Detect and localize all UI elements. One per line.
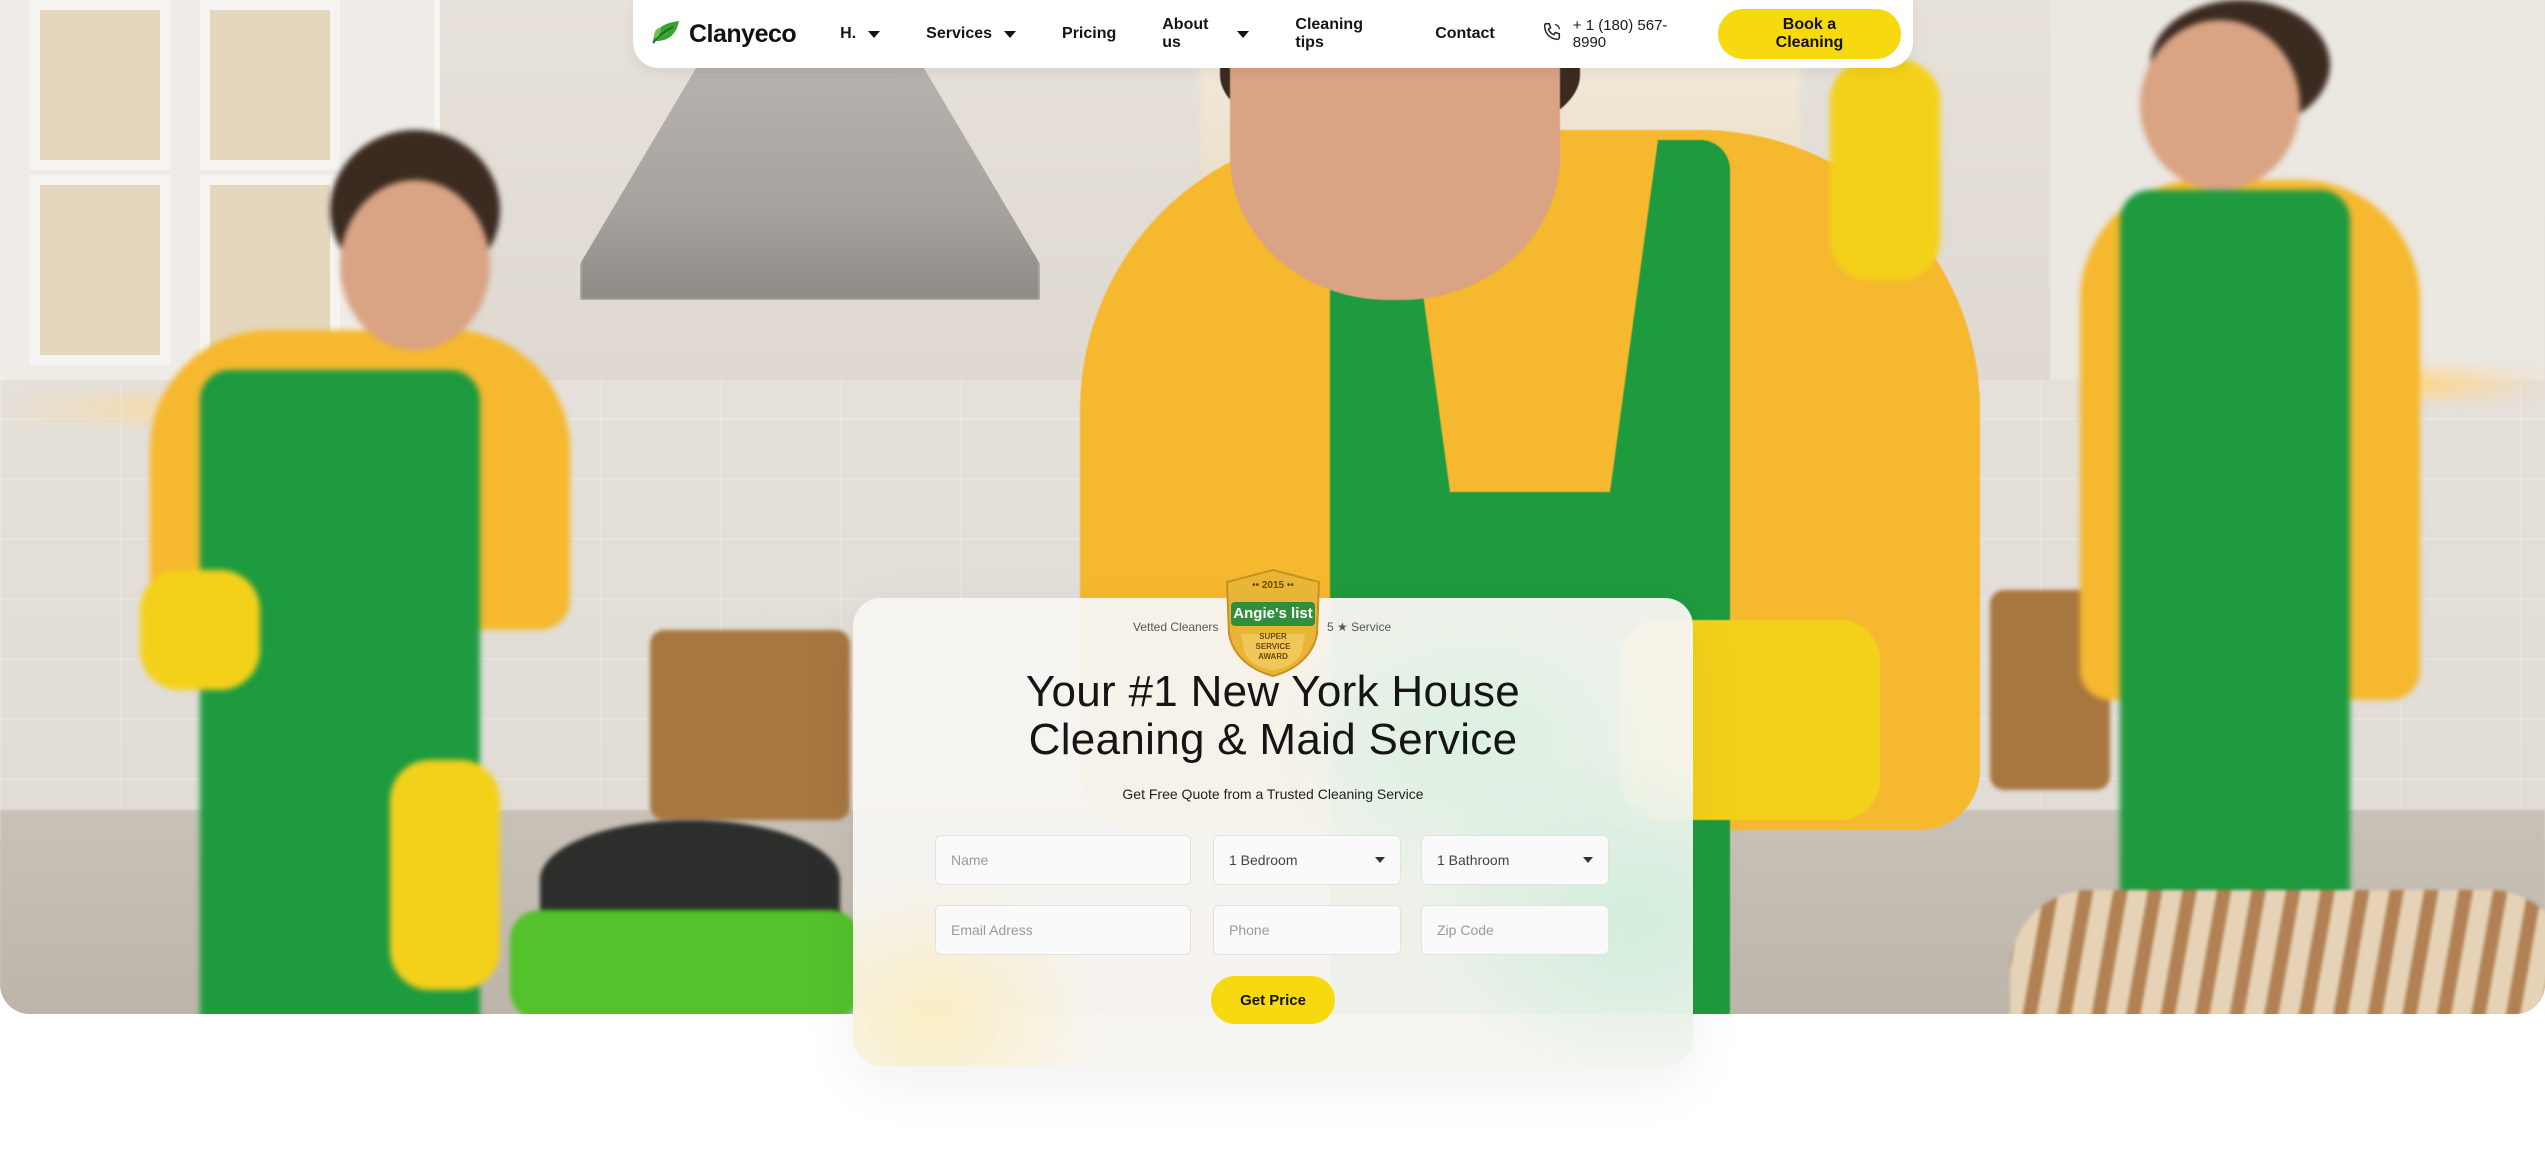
wicker-chair: [2010, 890, 2545, 1014]
hero-title: Your #1 New York House Cleaning & Maid S…: [853, 668, 1693, 764]
nav-item-label: About us: [1162, 16, 1209, 51]
badge-award-line2: SERVICE: [1255, 642, 1291, 651]
five-star-service-label: 5 ★ Service: [1327, 620, 1392, 634]
nav-item-contact[interactable]: Contact: [1435, 25, 1495, 43]
chevron-down-icon: [1237, 30, 1250, 38]
bedroom-select[interactable]: 1 Bedroom: [1213, 835, 1401, 885]
top-navigation-bar: Clanyeco H. Services Pricing About us Cl…: [633, 0, 1913, 68]
nav-item-label: Pricing: [1062, 25, 1117, 42]
main-nav: H. Services Pricing About us Cleaning ti…: [840, 16, 1541, 52]
get-price-button[interactable]: Get Price: [1211, 976, 1335, 1024]
email-field-placeholder: Email Adress: [951, 922, 1033, 938]
nav-item-services[interactable]: Services: [926, 25, 1017, 43]
phone-number: + 1 (180) 567-8990: [1572, 17, 1668, 51]
name-field[interactable]: Name: [935, 835, 1191, 885]
phone-link[interactable]: + 1 (180) 567-8990: [1541, 17, 1698, 51]
angies-list-award-badge: •• 2015 •• Angie's list SUPER SERVICE AW…: [1221, 568, 1325, 678]
badge-year: •• 2015 ••: [1252, 580, 1294, 591]
phone-field[interactable]: Phone: [1213, 905, 1401, 955]
nav-item-label: Services: [926, 25, 993, 42]
chevron-down-icon: [1583, 857, 1593, 863]
brand-name: Clanyeco: [689, 19, 797, 48]
nav-item-pricing[interactable]: Pricing: [1062, 25, 1116, 43]
nav-item-about-us[interactable]: About us: [1162, 16, 1250, 52]
bathroom-select-value: 1 Bathroom: [1437, 852, 1510, 868]
email-field[interactable]: Email Adress: [935, 905, 1191, 955]
chevron-down-icon: [1375, 857, 1385, 863]
badge-award-line1: SUPER: [1259, 632, 1287, 641]
vetted-cleaners-label: Vetted Cleaners: [1133, 620, 1219, 634]
hero-title-line1: Your #1 New York House: [1025, 667, 1521, 716]
phone-icon: [1541, 21, 1563, 47]
chevron-down-icon: [1004, 30, 1017, 38]
badge-name: Angie's list: [1233, 605, 1313, 622]
zip-code-field[interactable]: Zip Code: [1421, 905, 1609, 955]
brand-logo[interactable]: Clanyeco: [651, 19, 797, 50]
chevron-down-icon: [868, 30, 881, 38]
nav-item-cleaning-tips[interactable]: Cleaning tips: [1295, 16, 1389, 52]
bathroom-select[interactable]: 1 Bathroom: [1421, 835, 1609, 885]
phone-field-placeholder: Phone: [1229, 922, 1270, 938]
name-field-placeholder: Name: [951, 852, 989, 868]
leaf-icon: [651, 19, 681, 50]
nav-item-label: H.: [840, 25, 857, 42]
zip-code-field-placeholder: Zip Code: [1437, 922, 1494, 938]
badge-award-line3: AWARD: [1258, 652, 1288, 661]
nav-item-home[interactable]: H.: [840, 25, 881, 43]
quote-form-card: Vetted Cleaners •• 2015 •• Angie's list …: [853, 568, 1693, 1066]
nav-item-label: Contact: [1435, 25, 1495, 42]
hero-subtitle: Get Free Quote from a Trusted Cleaning S…: [1122, 786, 1424, 802]
award-badge-row: Vetted Cleaners •• 2015 •• Angie's list …: [853, 568, 1693, 678]
bedroom-select-value: 1 Bedroom: [1229, 852, 1298, 868]
hero-title-line2: Cleaning & Maid Service: [1028, 715, 1518, 764]
book-cleaning-button[interactable]: Book a Cleaning: [1717, 9, 1902, 59]
nav-item-label: Cleaning tips: [1295, 16, 1363, 51]
